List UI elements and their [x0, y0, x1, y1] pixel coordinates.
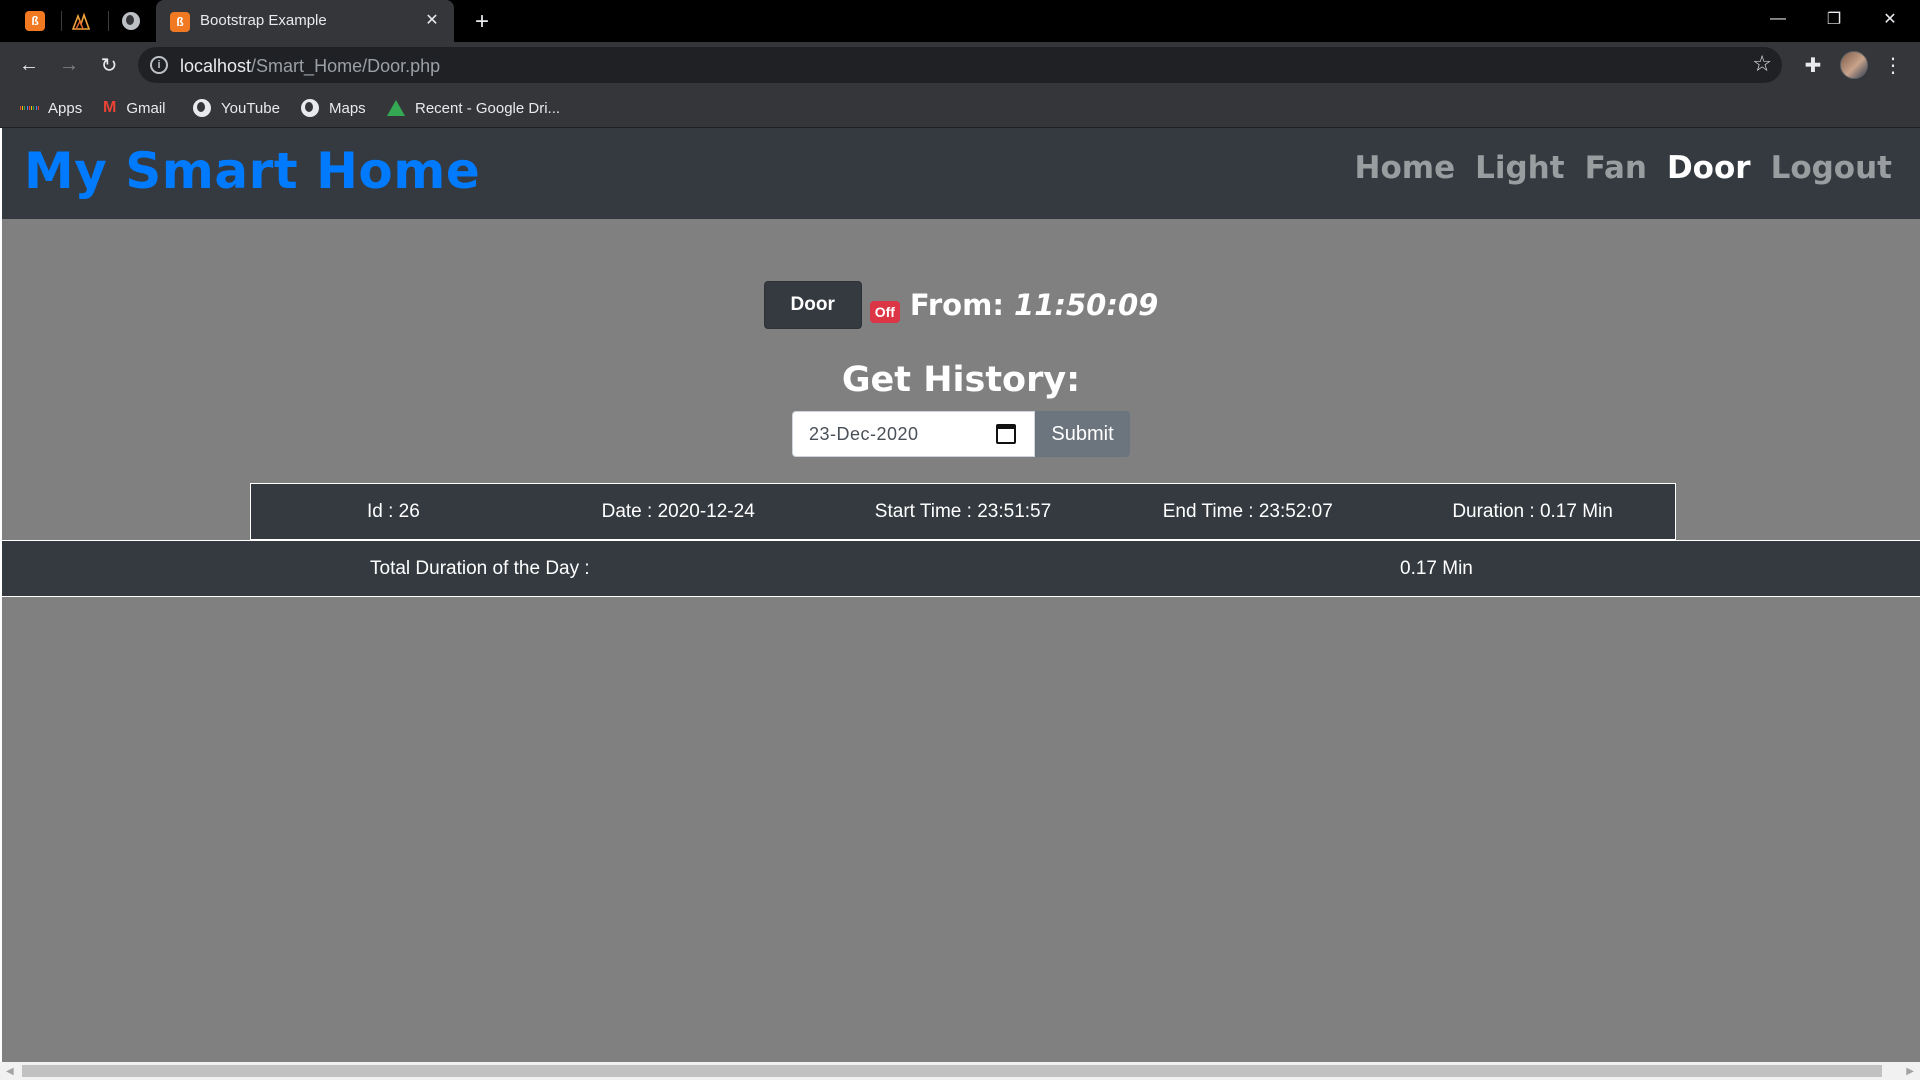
history-form: 23-Dec-2020 Submit — [2, 411, 1920, 457]
horizontal-scrollbar[interactable]: ◀ ▶ — [0, 1062, 1920, 1080]
back-arrow-icon[interactable]: ← — [13, 49, 45, 81]
bookmark-star-icon[interactable]: ☆ — [1752, 51, 1772, 77]
status-badge: Off — [869, 301, 900, 323]
reload-icon[interactable]: ↻ — [93, 49, 125, 81]
google-drive-icon — [387, 100, 405, 116]
bookmark-maps[interactable]: Maps — [301, 96, 366, 120]
active-tab[interactable]: ß Bootstrap Example ✕ — [156, 0, 454, 42]
status-since: From: 11:50:09 — [909, 288, 1159, 322]
tab-separator — [61, 11, 62, 31]
nav-link-light[interactable]: Light — [1475, 150, 1564, 186]
tab-title: Bootstrap Example — [200, 12, 327, 29]
restore-button[interactable]: ❐ — [1806, 0, 1862, 38]
browser-tab-bar: ß ß Bootstrap Example ✕ + — ❐ ✕ — [0, 0, 1920, 42]
xampp-icon: ß — [25, 11, 45, 31]
browser-toolbar: ← → ↻ i localhost/Smart_Home/Door.php ☆ … — [0, 42, 1920, 88]
address-bar[interactable]: i localhost/Smart_Home/Door.php ☆ — [138, 47, 1782, 83]
new-tab-button[interactable]: + — [468, 8, 496, 36]
globe-icon — [301, 99, 319, 117]
bookmark-label: Maps — [329, 99, 366, 117]
submit-button[interactable]: Submit — [1035, 411, 1130, 457]
scroll-left-icon[interactable]: ◀ — [6, 1066, 14, 1077]
bookmark-label: Gmail — [126, 99, 166, 117]
total-duration-value: 0.17 Min — [1400, 558, 1473, 579]
scroll-right-icon[interactable]: ▶ — [1906, 1066, 1914, 1077]
url-text: localhost/Smart_Home/Door.php — [180, 56, 441, 76]
total-duration-label: Total Duration of the Day : — [370, 558, 590, 579]
pinned-tab-xampp[interactable]: ß — [22, 8, 48, 34]
nav-link-home[interactable]: Home — [1355, 150, 1456, 186]
date-input[interactable]: 23-Dec-2020 — [792, 411, 1035, 457]
door-toggle-button[interactable]: Door — [763, 281, 862, 329]
minimize-button[interactable]: — — [1750, 0, 1806, 38]
site-navbar: My Smart Home Home Light Fan Door Logout — [2, 128, 1920, 219]
scrollbar-thumb[interactable] — [22, 1065, 1882, 1077]
profile-avatar[interactable] — [1840, 51, 1868, 79]
apps-grid-icon — [20, 99, 38, 117]
record-id: Id : 26 — [366, 500, 420, 522]
pinned-tab-3[interactable] — [118, 8, 144, 34]
record-start-time: Start Time : 23:51:57 — [874, 500, 1052, 522]
menu-kebab-icon[interactable]: ⋮ — [1878, 50, 1908, 80]
bookmarks-bar: Apps M Gmail YouTube Maps Recent - Googl… — [0, 88, 1920, 128]
page-content: My Smart Home Home Light Fan Door Logout… — [0, 128, 1920, 1062]
history-heading: Get History: — [841, 360, 1081, 400]
brand-logo[interactable]: My Smart Home — [24, 142, 480, 200]
nav-link-fan[interactable]: Fan — [1585, 150, 1647, 186]
bookmark-google-drive[interactable]: Recent - Google Dri... — [387, 96, 560, 120]
record-date: Date : 2020-12-24 — [601, 500, 755, 522]
xampp-icon: ß — [170, 12, 190, 32]
bookmark-youtube[interactable]: YouTube — [193, 96, 280, 120]
total-duration-row: Total Duration of the Day : 0.17 Min — [2, 540, 1920, 597]
record-end-time: End Time : 23:52:07 — [1162, 500, 1333, 522]
calendar-icon[interactable] — [996, 424, 1016, 444]
bookmark-label: YouTube — [221, 99, 280, 117]
forward-arrow-icon[interactable]: → — [53, 49, 85, 81]
bookmark-apps[interactable]: Apps — [20, 96, 82, 120]
door-status-row: Door Off From: 11:50:09 — [2, 280, 1920, 330]
bookmark-gmail[interactable]: M Gmail — [103, 96, 166, 120]
extensions-puzzle-icon[interactable]: ✚ — [1798, 50, 1828, 80]
record-duration: Duration : 0.17 Min — [1452, 500, 1613, 522]
nav-link-logout[interactable]: Logout — [1771, 150, 1892, 186]
close-window-button[interactable]: ✕ — [1862, 0, 1918, 38]
gmail-icon: M — [103, 99, 117, 116]
tab-separator — [108, 11, 109, 31]
pinned-tab-2[interactable] — [70, 8, 96, 34]
mountain-logo-icon — [72, 12, 91, 30]
nav-links: Home Light Fan Door Logout — [1355, 150, 1892, 186]
bookmark-label: Apps — [48, 99, 83, 117]
table-row: Id : 26 Date : 2020-12-24 Start Time : 2… — [250, 483, 1676, 540]
bookmark-label: Recent - Google Dri... — [415, 99, 561, 117]
nav-link-door[interactable]: Door — [1667, 150, 1751, 186]
globe-icon — [193, 99, 211, 117]
close-tab-icon[interactable]: ✕ — [420, 8, 444, 32]
date-value: 23-Dec-2020 — [809, 424, 919, 444]
info-icon[interactable]: i — [150, 56, 168, 74]
globe-icon — [122, 12, 140, 30]
